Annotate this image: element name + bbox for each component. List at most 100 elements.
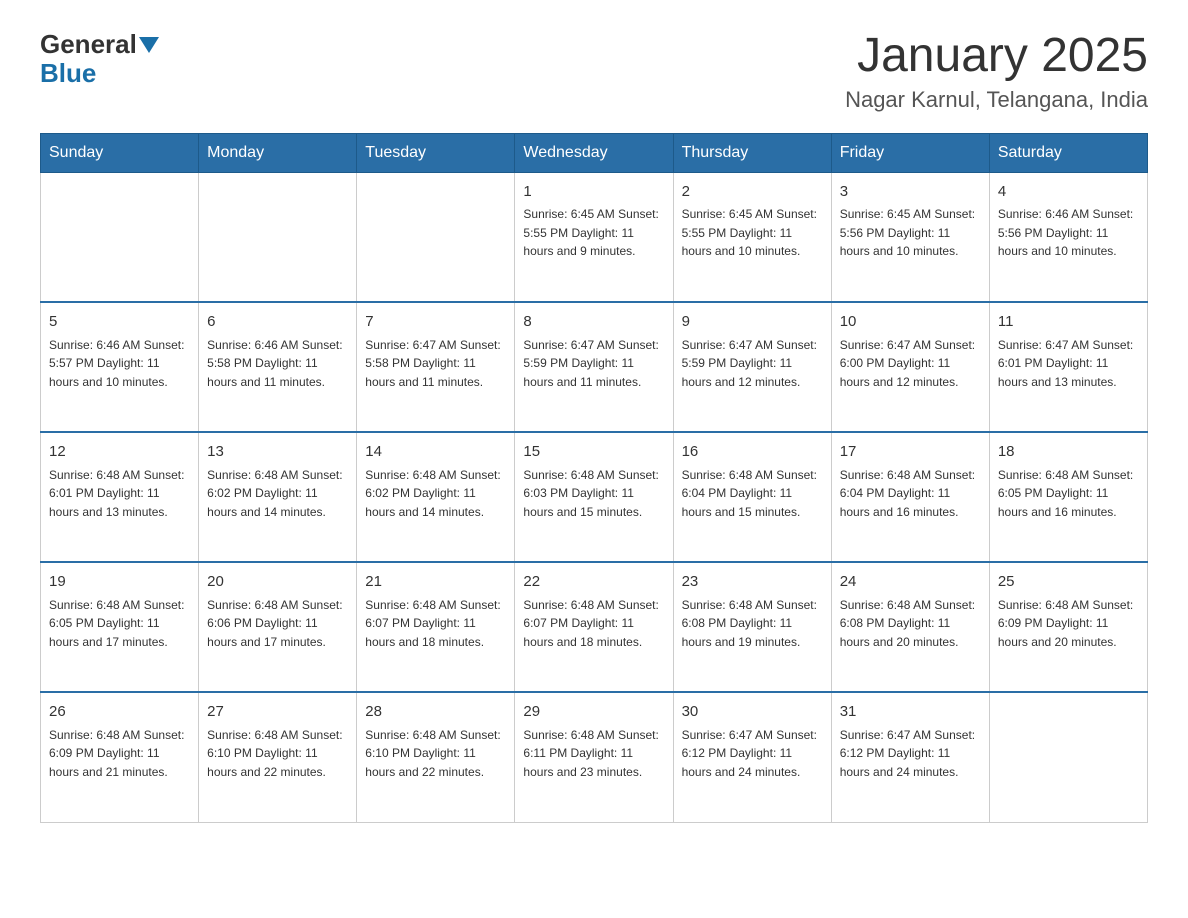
day-number: 9 xyxy=(682,311,823,334)
day-number: 13 xyxy=(207,441,348,464)
page-header: General Blue January 2025 Nagar Karnul, … xyxy=(40,30,1148,113)
column-header-sunday: Sunday xyxy=(41,133,199,172)
calendar-cell: 16Sunrise: 6:48 AM Sunset: 6:04 PM Dayli… xyxy=(673,432,831,562)
calendar-week-row: 12Sunrise: 6:48 AM Sunset: 6:01 PM Dayli… xyxy=(41,432,1148,562)
calendar-table: SundayMondayTuesdayWednesdayThursdayFrid… xyxy=(40,133,1148,823)
day-info: Sunrise: 6:48 AM Sunset: 6:04 PM Dayligh… xyxy=(840,466,981,522)
day-number: 14 xyxy=(365,441,506,464)
column-header-wednesday: Wednesday xyxy=(515,133,673,172)
day-info: Sunrise: 6:48 AM Sunset: 6:07 PM Dayligh… xyxy=(523,596,664,652)
column-header-tuesday: Tuesday xyxy=(357,133,515,172)
calendar-cell: 13Sunrise: 6:48 AM Sunset: 6:02 PM Dayli… xyxy=(199,432,357,562)
calendar-cell: 2Sunrise: 6:45 AM Sunset: 5:55 PM Daylig… xyxy=(673,172,831,302)
calendar-cell: 18Sunrise: 6:48 AM Sunset: 6:05 PM Dayli… xyxy=(989,432,1147,562)
day-info: Sunrise: 6:48 AM Sunset: 6:10 PM Dayligh… xyxy=(365,726,506,782)
logo-blue: Blue xyxy=(40,58,96,88)
calendar-cell: 21Sunrise: 6:48 AM Sunset: 6:07 PM Dayli… xyxy=(357,562,515,692)
calendar-cell: 7Sunrise: 6:47 AM Sunset: 5:58 PM Daylig… xyxy=(357,302,515,432)
calendar-cell: 27Sunrise: 6:48 AM Sunset: 6:10 PM Dayli… xyxy=(199,692,357,822)
day-number: 21 xyxy=(365,571,506,594)
day-info: Sunrise: 6:48 AM Sunset: 6:02 PM Dayligh… xyxy=(365,466,506,522)
day-number: 22 xyxy=(523,571,664,594)
day-info: Sunrise: 6:45 AM Sunset: 5:55 PM Dayligh… xyxy=(682,205,823,261)
day-info: Sunrise: 6:45 AM Sunset: 5:55 PM Dayligh… xyxy=(523,205,664,261)
calendar-cell: 3Sunrise: 6:45 AM Sunset: 5:56 PM Daylig… xyxy=(831,172,989,302)
calendar-header-row: SundayMondayTuesdayWednesdayThursdayFrid… xyxy=(41,133,1148,172)
day-number: 7 xyxy=(365,311,506,334)
day-info: Sunrise: 6:46 AM Sunset: 5:56 PM Dayligh… xyxy=(998,205,1139,261)
day-number: 17 xyxy=(840,441,981,464)
calendar-cell: 17Sunrise: 6:48 AM Sunset: 6:04 PM Dayli… xyxy=(831,432,989,562)
day-info: Sunrise: 6:48 AM Sunset: 6:10 PM Dayligh… xyxy=(207,726,348,782)
day-info: Sunrise: 6:47 AM Sunset: 6:00 PM Dayligh… xyxy=(840,336,981,392)
calendar-cell: 29Sunrise: 6:48 AM Sunset: 6:11 PM Dayli… xyxy=(515,692,673,822)
calendar-cell: 24Sunrise: 6:48 AM Sunset: 6:08 PM Dayli… xyxy=(831,562,989,692)
day-info: Sunrise: 6:47 AM Sunset: 5:58 PM Dayligh… xyxy=(365,336,506,392)
day-number: 8 xyxy=(523,311,664,334)
calendar-cell: 19Sunrise: 6:48 AM Sunset: 6:05 PM Dayli… xyxy=(41,562,199,692)
day-info: Sunrise: 6:48 AM Sunset: 6:05 PM Dayligh… xyxy=(49,596,190,652)
calendar-cell: 14Sunrise: 6:48 AM Sunset: 6:02 PM Dayli… xyxy=(357,432,515,562)
day-info: Sunrise: 6:47 AM Sunset: 6:12 PM Dayligh… xyxy=(840,726,981,782)
calendar-title: January 2025 xyxy=(845,30,1148,83)
day-number: 3 xyxy=(840,181,981,204)
day-number: 16 xyxy=(682,441,823,464)
column-header-thursday: Thursday xyxy=(673,133,831,172)
day-number: 19 xyxy=(49,571,190,594)
calendar-cell: 6Sunrise: 6:46 AM Sunset: 5:58 PM Daylig… xyxy=(199,302,357,432)
calendar-cell: 30Sunrise: 6:47 AM Sunset: 6:12 PM Dayli… xyxy=(673,692,831,822)
column-header-saturday: Saturday xyxy=(989,133,1147,172)
day-number: 24 xyxy=(840,571,981,594)
day-number: 11 xyxy=(998,311,1139,334)
day-number: 6 xyxy=(207,311,348,334)
day-info: Sunrise: 6:48 AM Sunset: 6:07 PM Dayligh… xyxy=(365,596,506,652)
day-number: 27 xyxy=(207,701,348,724)
calendar-cell: 4Sunrise: 6:46 AM Sunset: 5:56 PM Daylig… xyxy=(989,172,1147,302)
day-info: Sunrise: 6:48 AM Sunset: 6:11 PM Dayligh… xyxy=(523,726,664,782)
calendar-cell: 31Sunrise: 6:47 AM Sunset: 6:12 PM Dayli… xyxy=(831,692,989,822)
calendar-cell: 11Sunrise: 6:47 AM Sunset: 6:01 PM Dayli… xyxy=(989,302,1147,432)
day-number: 12 xyxy=(49,441,190,464)
day-info: Sunrise: 6:46 AM Sunset: 5:57 PM Dayligh… xyxy=(49,336,190,392)
day-number: 23 xyxy=(682,571,823,594)
day-number: 2 xyxy=(682,181,823,204)
day-info: Sunrise: 6:47 AM Sunset: 5:59 PM Dayligh… xyxy=(523,336,664,392)
day-info: Sunrise: 6:46 AM Sunset: 5:58 PM Dayligh… xyxy=(207,336,348,392)
logo: General Blue xyxy=(40,30,159,87)
day-number: 31 xyxy=(840,701,981,724)
day-number: 29 xyxy=(523,701,664,724)
day-number: 18 xyxy=(998,441,1139,464)
day-info: Sunrise: 6:48 AM Sunset: 6:09 PM Dayligh… xyxy=(998,596,1139,652)
calendar-cell: 9Sunrise: 6:47 AM Sunset: 5:59 PM Daylig… xyxy=(673,302,831,432)
calendar-cell: 1Sunrise: 6:45 AM Sunset: 5:55 PM Daylig… xyxy=(515,172,673,302)
day-number: 10 xyxy=(840,311,981,334)
day-info: Sunrise: 6:48 AM Sunset: 6:03 PM Dayligh… xyxy=(523,466,664,522)
day-info: Sunrise: 6:48 AM Sunset: 6:09 PM Dayligh… xyxy=(49,726,190,782)
calendar-cell: 25Sunrise: 6:48 AM Sunset: 6:09 PM Dayli… xyxy=(989,562,1147,692)
column-header-friday: Friday xyxy=(831,133,989,172)
day-info: Sunrise: 6:48 AM Sunset: 6:04 PM Dayligh… xyxy=(682,466,823,522)
day-number: 25 xyxy=(998,571,1139,594)
calendar-week-row: 19Sunrise: 6:48 AM Sunset: 6:05 PM Dayli… xyxy=(41,562,1148,692)
day-number: 15 xyxy=(523,441,664,464)
day-number: 1 xyxy=(523,181,664,204)
calendar-week-row: 1Sunrise: 6:45 AM Sunset: 5:55 PM Daylig… xyxy=(41,172,1148,302)
calendar-cell: 15Sunrise: 6:48 AM Sunset: 6:03 PM Dayli… xyxy=(515,432,673,562)
day-info: Sunrise: 6:47 AM Sunset: 6:12 PM Dayligh… xyxy=(682,726,823,782)
calendar-cell: 28Sunrise: 6:48 AM Sunset: 6:10 PM Dayli… xyxy=(357,692,515,822)
day-number: 4 xyxy=(998,181,1139,204)
column-header-monday: Monday xyxy=(199,133,357,172)
calendar-cell: 10Sunrise: 6:47 AM Sunset: 6:00 PM Dayli… xyxy=(831,302,989,432)
day-number: 20 xyxy=(207,571,348,594)
day-number: 30 xyxy=(682,701,823,724)
calendar-cell xyxy=(357,172,515,302)
calendar-cell: 26Sunrise: 6:48 AM Sunset: 6:09 PM Dayli… xyxy=(41,692,199,822)
title-block: January 2025 Nagar Karnul, Telangana, In… xyxy=(845,30,1148,113)
calendar-subtitle: Nagar Karnul, Telangana, India xyxy=(845,87,1148,113)
day-info: Sunrise: 6:48 AM Sunset: 6:05 PM Dayligh… xyxy=(998,466,1139,522)
logo-triangle-icon xyxy=(139,37,159,53)
calendar-cell: 5Sunrise: 6:46 AM Sunset: 5:57 PM Daylig… xyxy=(41,302,199,432)
day-info: Sunrise: 6:47 AM Sunset: 6:01 PM Dayligh… xyxy=(998,336,1139,392)
day-info: Sunrise: 6:48 AM Sunset: 6:08 PM Dayligh… xyxy=(682,596,823,652)
calendar-week-row: 26Sunrise: 6:48 AM Sunset: 6:09 PM Dayli… xyxy=(41,692,1148,822)
